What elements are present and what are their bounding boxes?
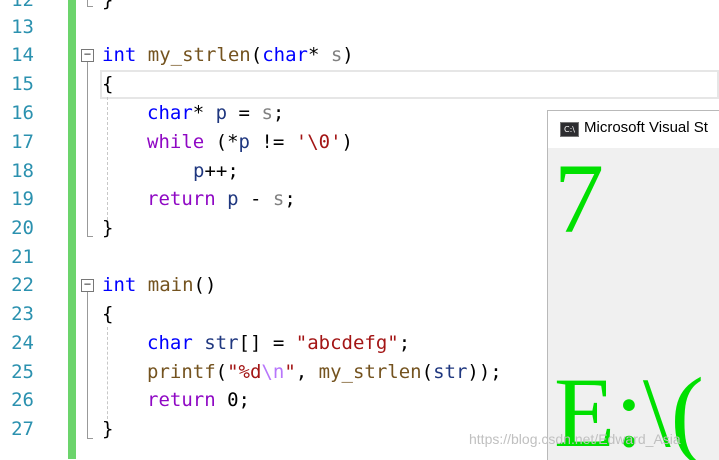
code-line-16: char* p = s; bbox=[147, 99, 284, 128]
function-name-printf: printf bbox=[147, 361, 216, 383]
code-line-26: return 0; bbox=[147, 386, 250, 415]
line-number: 16 bbox=[11, 102, 34, 124]
identifier-s: s bbox=[261, 102, 273, 124]
code-line-12: } bbox=[102, 0, 113, 15]
console-window[interactable]: C:\ Microsoft Visual St 7 E:\( bbox=[547, 110, 719, 460]
function-name-my-strlen: my_strlen bbox=[147, 44, 251, 66]
code-line-17: while (*p != '\0') bbox=[147, 128, 353, 157]
line-number: 23 bbox=[11, 303, 34, 325]
indent-guide bbox=[107, 327, 108, 424]
keyword-while: while bbox=[147, 131, 205, 153]
function-call-my-strlen: my_strlen bbox=[318, 361, 422, 383]
line-number: 27 bbox=[11, 418, 34, 440]
fold-line bbox=[87, 292, 88, 438]
fold-end bbox=[87, 236, 93, 237]
brace: { bbox=[102, 73, 114, 95]
collapse-toggle-main[interactable]: − bbox=[81, 278, 94, 292]
paren: ) bbox=[342, 44, 354, 66]
code-line-23: { bbox=[102, 300, 113, 329]
identifier-str: str bbox=[433, 361, 468, 383]
keyword-int: int bbox=[102, 274, 137, 296]
change-tracking-bar bbox=[68, 0, 76, 459]
pointer-star: * bbox=[307, 44, 331, 66]
brace: } bbox=[102, 418, 114, 440]
line-number: 18 bbox=[11, 160, 34, 182]
line-number: 22 bbox=[11, 274, 34, 296]
collapse-toggle-my-strlen[interactable]: − bbox=[81, 48, 94, 62]
identifier-p: p bbox=[238, 131, 250, 153]
keyword-char: char bbox=[147, 102, 193, 124]
identifier-p: p bbox=[193, 160, 205, 182]
code-line-25: printf("%d\n", my_strlen(str)); bbox=[147, 358, 502, 387]
return-value: 0; bbox=[215, 389, 250, 411]
code-line-18: p++; bbox=[193, 157, 239, 186]
line-number: 15 bbox=[11, 73, 34, 95]
semicolon: ; bbox=[272, 102, 285, 124]
keyword-int: int bbox=[102, 44, 137, 66]
operator: [] = bbox=[238, 332, 296, 354]
escape-sequence: \n bbox=[261, 361, 285, 383]
keyword-return: return bbox=[147, 389, 216, 411]
char-literal: '\0' bbox=[295, 131, 342, 153]
line-number: 25 bbox=[11, 361, 34, 383]
fold-line bbox=[87, 62, 88, 236]
parameter-s: s bbox=[330, 44, 343, 66]
line-number: 19 bbox=[11, 188, 34, 210]
operator: = bbox=[227, 102, 262, 124]
identifier-s: s bbox=[272, 188, 285, 210]
watermark: https://blog.csdn.net/Edward_Asia bbox=[469, 431, 681, 447]
function-name-main: main bbox=[147, 274, 194, 296]
operator: != bbox=[249, 131, 296, 153]
fold-end bbox=[87, 438, 93, 439]
indent-guide bbox=[107, 97, 108, 225]
code-line-19: return p - s; bbox=[147, 185, 296, 214]
brace: } bbox=[102, 217, 114, 239]
console-app-icon: C:\ bbox=[560, 122, 579, 137]
keyword-char: char bbox=[147, 332, 193, 354]
console-title: Microsoft Visual St bbox=[584, 119, 708, 136]
identifier-p: p bbox=[227, 188, 239, 210]
code-line-15: { bbox=[102, 70, 113, 99]
code-line-24: char str[] = "abcdefg"; bbox=[147, 329, 410, 358]
line-number: 20 bbox=[11, 217, 34, 239]
line-number: 26 bbox=[11, 389, 34, 411]
line-number: 21 bbox=[11, 246, 34, 268]
brace: } bbox=[102, 0, 114, 11]
line-number: 17 bbox=[11, 131, 34, 153]
code-line-22: int main() bbox=[102, 271, 216, 300]
comma: , bbox=[295, 361, 319, 383]
paren: ( bbox=[421, 361, 434, 383]
fold-end bbox=[87, 6, 93, 7]
paren: )); bbox=[467, 361, 502, 383]
format-string: "%d bbox=[227, 361, 262, 383]
pointer-star: * bbox=[192, 102, 216, 124]
console-output-line: 7 bbox=[554, 143, 604, 254]
string-literal: "abcdefg" bbox=[295, 332, 399, 354]
operator: ++; bbox=[204, 160, 239, 182]
paren: ( bbox=[250, 44, 263, 66]
operator: - bbox=[238, 188, 273, 210]
line-number: 14 bbox=[11, 44, 34, 66]
code-line-20: } bbox=[102, 214, 113, 243]
identifier-p: p bbox=[215, 102, 228, 124]
semicolon: ; bbox=[284, 188, 296, 210]
identifier-str: str bbox=[204, 332, 239, 354]
keyword-return: return bbox=[147, 188, 216, 210]
semicolon: ; bbox=[398, 332, 411, 354]
line-number: 24 bbox=[11, 332, 34, 354]
paren: (* bbox=[204, 131, 239, 153]
current-line-highlight bbox=[100, 70, 719, 99]
code-line-14: int my_strlen(char* s) bbox=[102, 41, 354, 70]
paren: () bbox=[193, 274, 217, 296]
format-string-end: " bbox=[284, 361, 296, 383]
keyword-char: char bbox=[262, 44, 308, 66]
code-line-27: } bbox=[102, 415, 113, 444]
brace: { bbox=[102, 303, 114, 325]
line-number: 13 bbox=[11, 16, 34, 38]
paren: ) bbox=[341, 131, 353, 153]
paren: ( bbox=[215, 361, 228, 383]
